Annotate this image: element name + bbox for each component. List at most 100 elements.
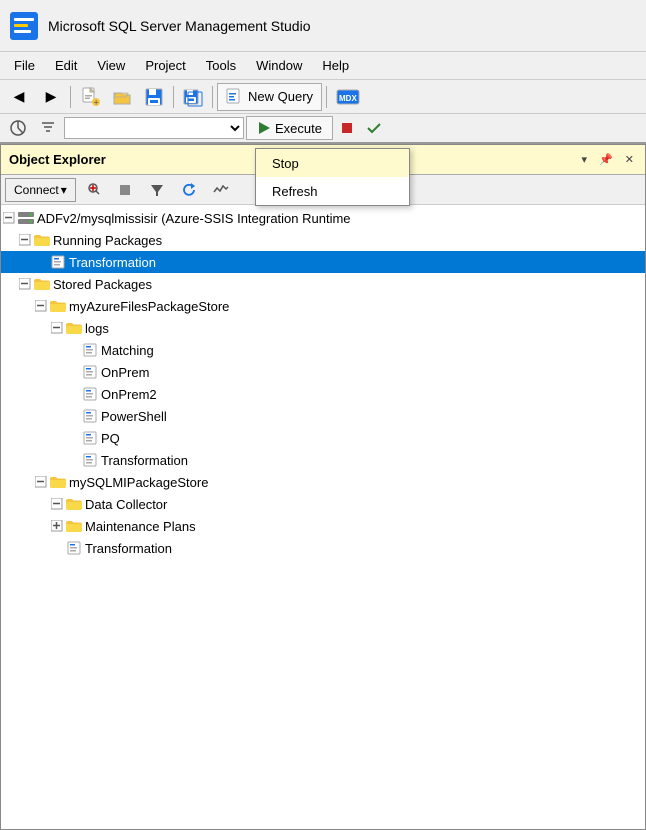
tree-icon-logs: [65, 319, 83, 337]
context-menu-refresh[interactable]: Refresh: [256, 177, 409, 205]
tree-label-transformation3: Transformation: [85, 541, 172, 556]
execute-play-icon: [257, 121, 271, 135]
tree-item-transformation2[interactable]: Transformation: [1, 449, 645, 471]
object-explorer-tree: ADFv2/mysqlmissisir (Azure-SSIS Integrat…: [1, 205, 645, 829]
sep3: [212, 86, 213, 108]
oe-dropdown-button[interactable]: ▾: [579, 152, 591, 167]
tree-label-mySQLMIPackageStore: mySQLMIPackageStore: [69, 475, 208, 490]
tree-label-data-collector: Data Collector: [85, 497, 167, 512]
tree-icon-running-packages: [33, 231, 51, 249]
check-button[interactable]: [361, 114, 387, 142]
stop-query-button[interactable]: [335, 114, 359, 142]
oe-close-button[interactable]: ✕: [622, 152, 637, 167]
tree-item-matching[interactable]: Matching: [1, 339, 645, 361]
oe-activity-btn[interactable]: [206, 178, 236, 202]
oe-filter-icon: [85, 182, 101, 198]
tree-icon-onprem: [81, 363, 99, 381]
tree-icon-transformation3: [65, 539, 83, 557]
tree-icon-mySQLMIPackageStore: [49, 473, 67, 491]
context-menu-stop[interactable]: Stop: [256, 149, 409, 177]
tree-label-running-packages: Running Packages: [53, 233, 162, 248]
menu-tools[interactable]: Tools: [196, 54, 246, 77]
tree-label-stored-packages: Stored Packages: [53, 277, 152, 292]
tree-item-myAzureFilesPackageStore[interactable]: myAzureFilesPackageStore: [1, 295, 645, 317]
tree-label-maintenance-plans: Maintenance Plans: [85, 519, 196, 534]
save-icon: [144, 87, 164, 107]
tree-item-mySQLMIPackageStore[interactable]: mySQLMIPackageStore: [1, 471, 645, 493]
tree-expander-stored-packages[interactable]: [17, 278, 33, 290]
oe-filter2-btn[interactable]: [142, 178, 172, 202]
tree-icon-server: [17, 209, 35, 227]
save-all-icon: [183, 87, 203, 107]
tree-icon-onprem2: [81, 385, 99, 403]
tree-icon-maintenance-plans: [65, 517, 83, 535]
oe-stop-btn[interactable]: [110, 178, 140, 202]
title-bar: Microsoft SQL Server Management Studio: [0, 0, 646, 52]
tree-expander-running-packages[interactable]: [17, 234, 33, 246]
sep4: [326, 86, 327, 108]
tree-item-logs[interactable]: logs: [1, 317, 645, 339]
back-icon: ◀: [9, 87, 29, 107]
tree-item-powershell[interactable]: PowerShell: [1, 405, 645, 427]
tree-item-data-collector[interactable]: Data Collector: [1, 493, 645, 515]
toolbar2-filter-button[interactable]: [34, 114, 62, 142]
tree-label-onprem: OnPrem: [101, 365, 149, 380]
tree-item-onprem2[interactable]: OnPrem2: [1, 383, 645, 405]
filter-icon: [39, 119, 57, 137]
open-button[interactable]: [107, 83, 137, 111]
main-toolbar: ◀ ▶ +: [0, 80, 646, 114]
back-button[interactable]: ◀: [4, 83, 34, 111]
oe-filter-btn[interactable]: [78, 178, 108, 202]
tree-item-maintenance-plans[interactable]: Maintenance Plans: [1, 515, 645, 537]
menu-help[interactable]: Help: [312, 54, 359, 77]
sql-toolbar: Execute: [0, 114, 646, 144]
tree-item-stored-packages[interactable]: Stored Packages: [1, 273, 645, 295]
tree-label-server: ADFv2/mysqlmissisir (Azure-SSIS Integrat…: [37, 211, 351, 226]
pin-icon: [9, 119, 27, 137]
object-explorer-title: Object Explorer: [9, 152, 106, 167]
menu-file[interactable]: File: [4, 54, 45, 77]
stop-icon: [340, 121, 354, 135]
forward-button[interactable]: ▶: [36, 83, 66, 111]
oe-title-controls: ▾ 📌 ✕: [579, 152, 637, 167]
tree-item-pq[interactable]: PQ: [1, 427, 645, 449]
tree-expander-server[interactable]: [1, 212, 17, 224]
execute-button[interactable]: Execute: [246, 116, 333, 140]
connect-button[interactable]: Connect ▾: [5, 178, 76, 202]
new-query-button[interactable]: New Query: [217, 83, 322, 111]
toolbar2-pin-button[interactable]: [4, 114, 32, 142]
open-icon: [112, 87, 132, 107]
database-dropdown[interactable]: [64, 117, 244, 139]
tree-label-myAzureFilesPackageStore: myAzureFilesPackageStore: [69, 299, 229, 314]
new-query-label: New Query: [248, 89, 313, 104]
tree-item-running-packages[interactable]: Running Packages: [1, 229, 645, 251]
connect-label: Connect: [14, 183, 59, 197]
tree-expander-logs[interactable]: [49, 322, 65, 334]
tree-expander-myAzureFilesPackageStore[interactable]: [33, 300, 49, 312]
oe-refresh-btn[interactable]: [174, 178, 204, 202]
tree-item-transformation3[interactable]: Transformation: [1, 537, 645, 559]
tree-expander-maintenance-plans[interactable]: [49, 520, 65, 532]
context-menu: Stop Refresh: [255, 148, 410, 206]
tree-item-transformation[interactable]: Transformation: [1, 251, 645, 273]
tree-item-server[interactable]: ADFv2/mysqlmissisir (Azure-SSIS Integrat…: [1, 207, 645, 229]
tree-expander-data-collector[interactable]: [49, 498, 65, 510]
tree-expander-mySQLMIPackageStore[interactable]: [33, 476, 49, 488]
tree-item-onprem[interactable]: OnPrem: [1, 361, 645, 383]
save-button[interactable]: [139, 83, 169, 111]
menu-window[interactable]: Window: [246, 54, 312, 77]
tree-icon-matching: [81, 341, 99, 359]
app-icon: [8, 10, 40, 42]
new-file-button[interactable]: +: [75, 83, 105, 111]
menu-project[interactable]: Project: [135, 54, 195, 77]
mdx-button[interactable]: MDX: [331, 83, 365, 111]
svg-text:+: +: [94, 97, 99, 107]
oe-activity-icon: [213, 182, 229, 198]
save-all-button[interactable]: [178, 83, 208, 111]
sep2: [173, 86, 174, 108]
oe-pin-button[interactable]: 📌: [596, 152, 616, 167]
menu-edit[interactable]: Edit: [45, 54, 87, 77]
app-title: Microsoft SQL Server Management Studio: [48, 18, 311, 34]
tree-label-onprem2: OnPrem2: [101, 387, 157, 402]
menu-view[interactable]: View: [87, 54, 135, 77]
